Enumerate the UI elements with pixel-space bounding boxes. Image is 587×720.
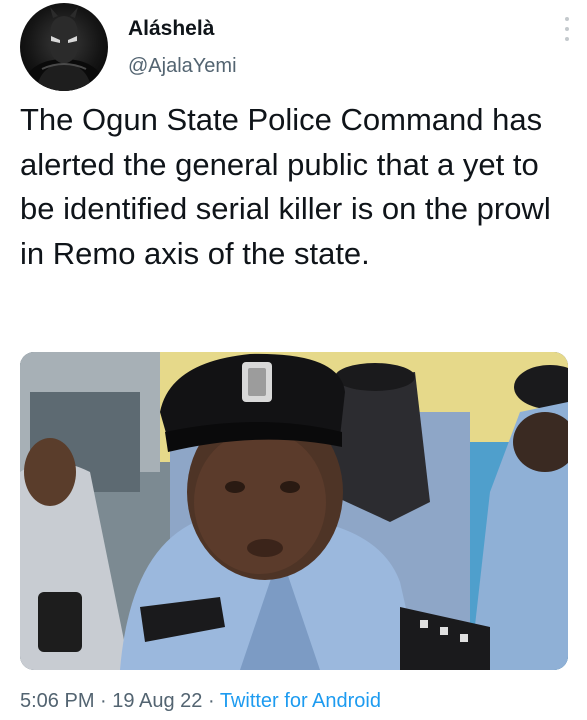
tweet-metadata: 5:06 PM · 19 Aug 22 · Twitter for Androi… xyxy=(20,690,381,713)
avatar[interactable] xyxy=(20,3,108,91)
tweet-source-link[interactable]: Twitter for Android xyxy=(220,690,381,712)
meta-separator: · xyxy=(100,690,107,712)
meta-separator: · xyxy=(207,690,215,712)
more-vertical-icon xyxy=(565,17,569,21)
tweet-date[interactable]: 19 Aug 22 xyxy=(112,690,202,712)
tweet-time[interactable]: 5:06 PM xyxy=(20,690,94,712)
tweet-text: The Ogun State Police Command has alerte… xyxy=(20,102,551,271)
tweet-photo[interactable] xyxy=(20,352,568,670)
user-handle[interactable]: @AjalaYemi xyxy=(128,55,237,78)
display-name[interactable]: Aláshelà xyxy=(128,17,214,41)
more-options-button[interactable] xyxy=(559,14,575,44)
